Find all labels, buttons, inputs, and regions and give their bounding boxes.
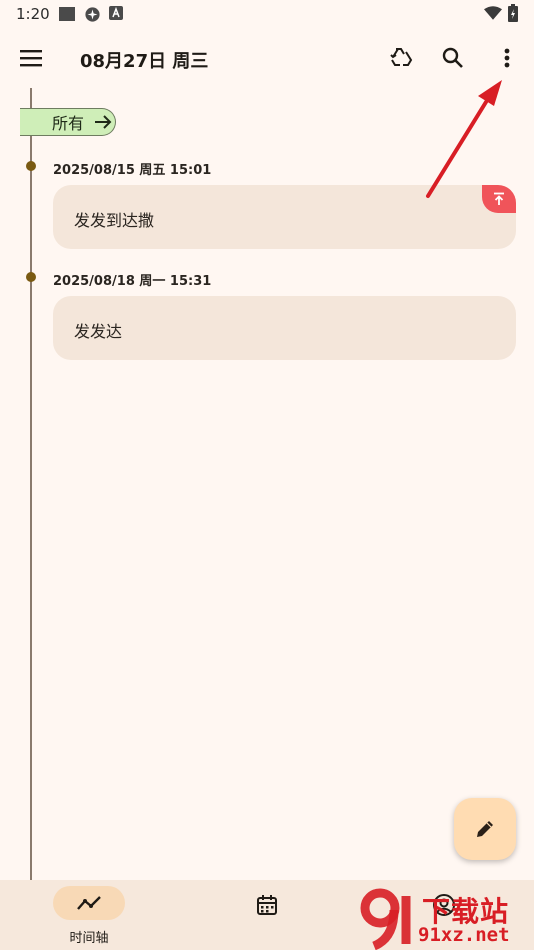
more-vertical-icon (504, 48, 510, 68)
search-icon (442, 47, 463, 68)
pencil-edit-icon (477, 821, 493, 837)
pin-top-icon (494, 192, 504, 205)
entry-date: 2025/08/18 周一 15:31 (53, 274, 212, 289)
pinned-badge (482, 185, 516, 213)
entry-card[interactable]: 发发到达撒 (53, 185, 516, 249)
battery-icon (508, 4, 518, 22)
status-bar: 1:20 (0, 0, 534, 28)
timeline-dot (26, 161, 36, 171)
notification-app-icon (85, 7, 100, 22)
nav-item-calendar[interactable] (178, 880, 356, 950)
wifi-icon (484, 6, 502, 20)
search-button[interactable] (433, 38, 473, 78)
timeline-dot (26, 272, 36, 282)
nav-item-timeline[interactable]: 时间轴 (0, 880, 178, 950)
nav-active-indicator (53, 886, 125, 920)
recycle-icon (390, 48, 413, 66)
arrow-right-icon (95, 115, 112, 129)
entry-date: 2025/08/15 周五 15:01 (53, 163, 212, 178)
watermark-en-text: 91xz.net (418, 924, 510, 946)
entry-card[interactable]: 发发达 (53, 296, 516, 360)
watermark-logo: 下载站 91xz.net (360, 888, 534, 950)
status-time: 1:20 (16, 5, 50, 23)
notification-a-icon (109, 6, 123, 20)
filter-chip-all[interactable]: 所有 (20, 108, 116, 136)
watermark-91-logo-icon (360, 888, 411, 950)
filter-label: 所有 (52, 114, 85, 133)
timeline-line (30, 88, 32, 880)
entry-text: 发发达 (74, 322, 123, 341)
hamburger-menu-icon (20, 50, 42, 67)
nav-label-timeline: 时间轴 (69, 931, 109, 946)
page-title: 08月27日 周三 (80, 51, 209, 72)
more-options-button[interactable] (487, 38, 527, 78)
entry-text: 发发到达撒 (74, 211, 155, 230)
new-entry-button[interactable] (454, 798, 516, 860)
timeline-trend-icon (77, 896, 101, 910)
notification-square-icon (59, 7, 75, 21)
app-bar: 08月27日 周三 (0, 30, 534, 86)
calendar-icon (257, 895, 277, 915)
menu-button[interactable] (11, 38, 51, 78)
recycle-button[interactable] (382, 38, 422, 78)
annotation-arrow-icon (426, 80, 502, 198)
